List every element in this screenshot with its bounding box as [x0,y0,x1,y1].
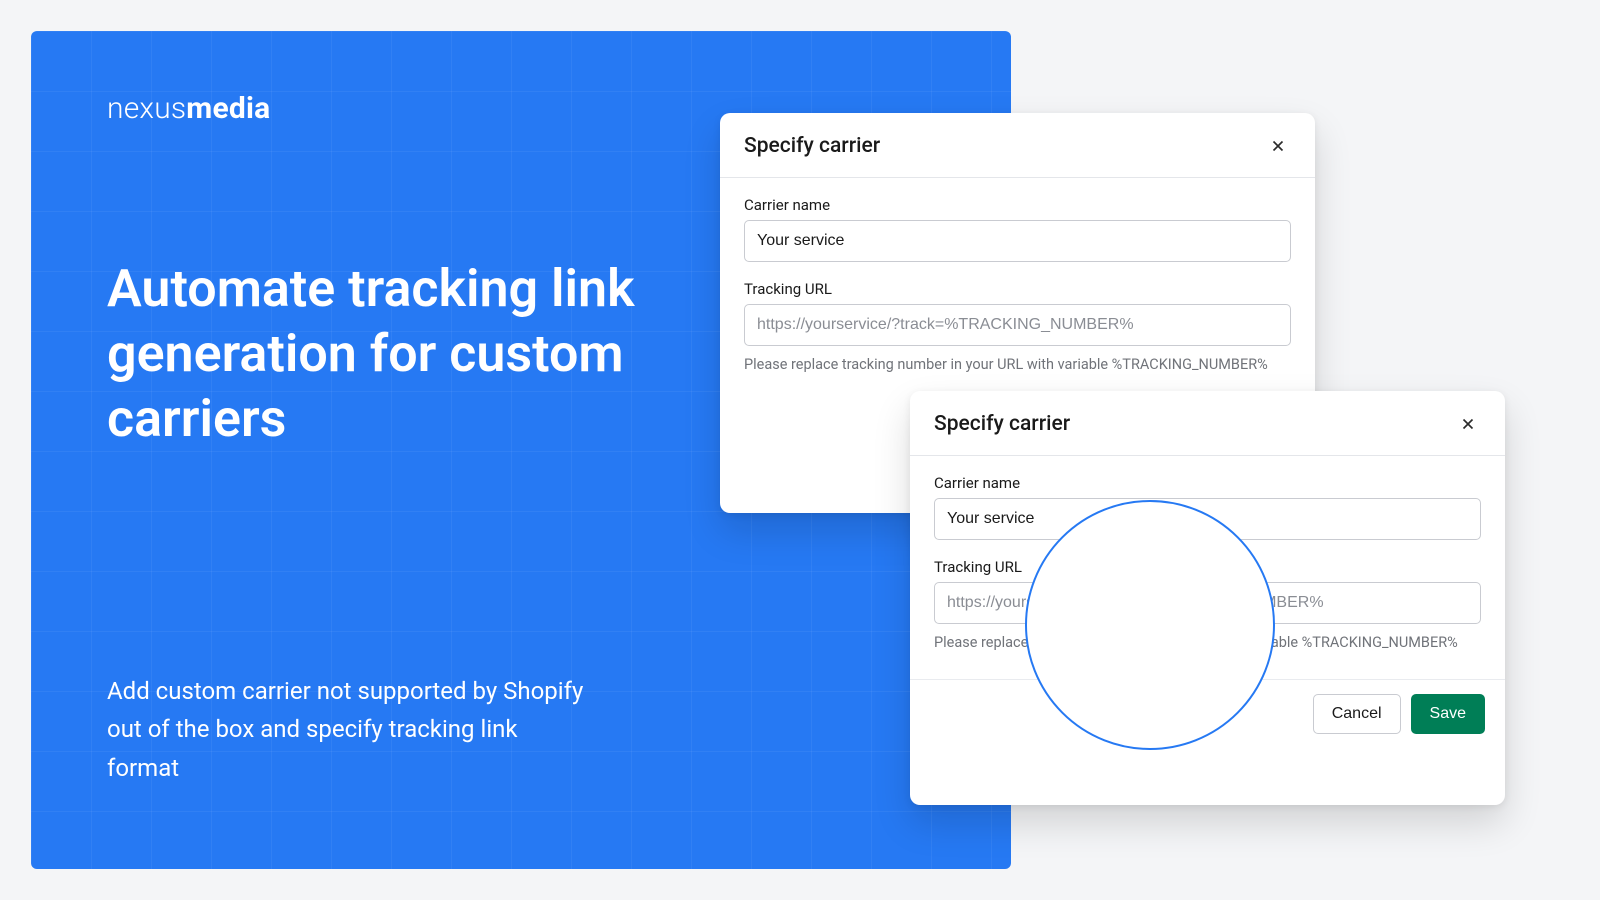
close-button[interactable] [1455,411,1481,437]
modal-header: Specify carrier [910,391,1505,456]
tracking-url-label: Tracking URL [934,558,1481,576]
tracking-url-input[interactable] [934,582,1481,624]
carrier-name-input[interactable] [934,498,1481,540]
modal-title: Specify carrier [744,134,880,158]
subheadline: Add custom carrier not supported by Shop… [107,672,587,787]
cancel-button[interactable]: Cancel [1313,694,1401,734]
tracking-url-input[interactable] [744,304,1291,346]
carrier-name-label: Carrier name [744,196,1291,214]
modal-body: Carrier name Tracking URL Please replace… [720,178,1315,401]
carrier-name-label: Carrier name [934,474,1481,492]
close-icon [1459,415,1477,433]
save-button[interactable]: Save [1411,694,1485,734]
modal-header: Specify carrier [720,113,1315,178]
modal-title: Specify carrier [934,412,1070,436]
headline: Automate tracking link generation for cu… [107,256,727,451]
carrier-name-input[interactable] [744,220,1291,262]
modal-footer: Cancel Save [910,679,1505,752]
close-button[interactable] [1265,133,1291,159]
modal-body: Carrier name Tracking URL Please replace… [910,456,1505,679]
brand-left: nexus [107,91,186,126]
tracking-url-help: Please replace tracking number in your U… [934,632,1481,653]
tracking-url-help: Please replace tracking number in your U… [744,354,1291,375]
tracking-url-label: Tracking URL [744,280,1291,298]
specify-carrier-modal-front: Specify carrier Carrier name Tracking UR… [910,391,1505,805]
close-icon [1269,137,1287,155]
brand-right: media [186,91,270,126]
